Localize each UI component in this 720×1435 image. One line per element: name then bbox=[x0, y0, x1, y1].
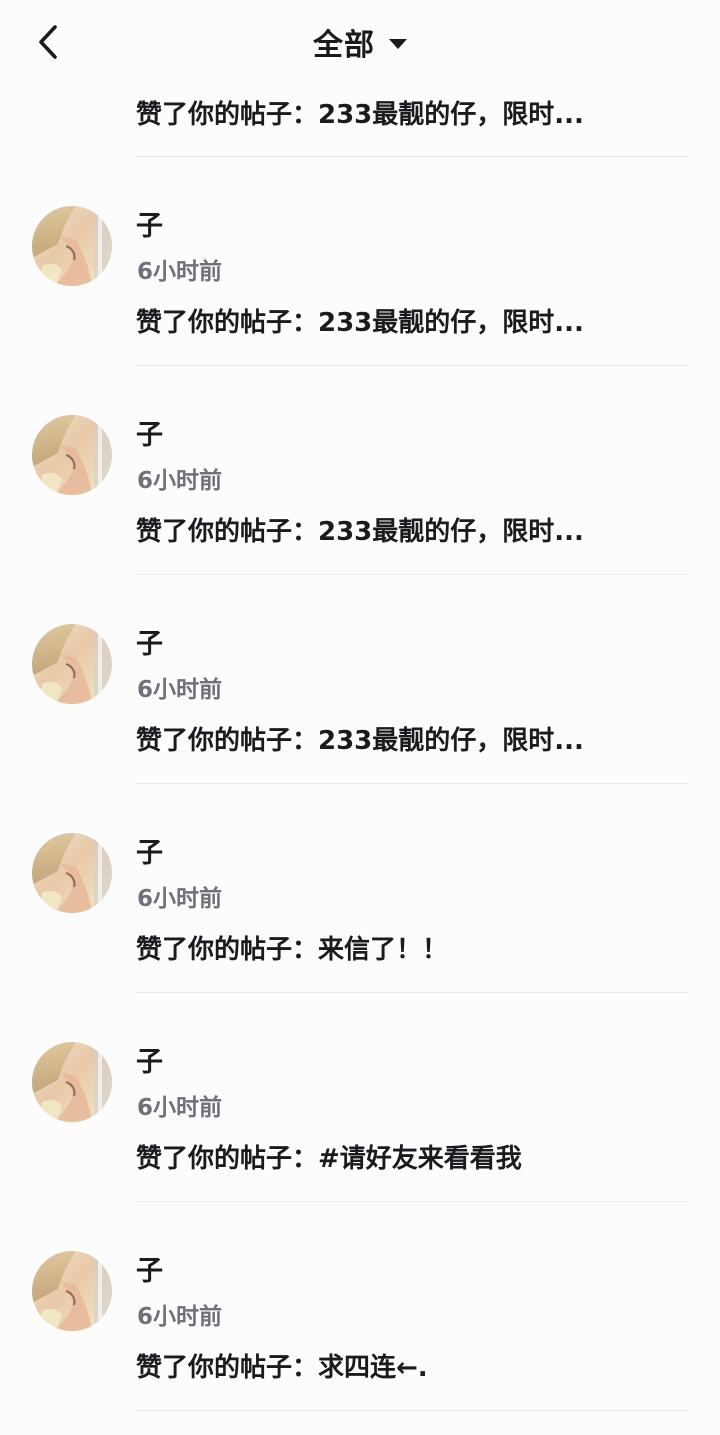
filter-dropdown[interactable]: 全部 bbox=[0, 20, 720, 64]
timestamp: 6小时前 bbox=[137, 259, 223, 285]
list-item[interactable]: 子 6小时前 赞了你的帖子：233最靓的仔，限时... bbox=[0, 576, 720, 785]
list-item[interactable]: 子 6小时前 赞了你的帖子：来信了！！ bbox=[0, 785, 720, 994]
page-title: 全部 bbox=[313, 28, 375, 63]
list-item[interactable]: 子 6小时前 赞了你的帖子：#请好友来看看我 bbox=[0, 994, 720, 1203]
list-item[interactable]: 子 6小时前 赞了你的帖子：求四连←. bbox=[0, 1203, 720, 1412]
timestamp: 6小时前 bbox=[137, 468, 223, 494]
timestamp: 6小时前 bbox=[137, 1304, 223, 1330]
notification-message: 赞了你的帖子：求四连←. bbox=[136, 1353, 428, 1383]
divider bbox=[136, 156, 688, 157]
user-name[interactable]: 子 bbox=[136, 622, 163, 661]
avatar[interactable] bbox=[32, 1042, 112, 1122]
divider bbox=[136, 783, 688, 784]
notification-message: 赞了你的帖子：233最靓的仔，限时... bbox=[136, 726, 584, 756]
caret-down-icon bbox=[389, 39, 407, 49]
notification-message: 赞了你的帖子：233最靓的仔，限时... bbox=[136, 100, 584, 130]
notification-message: 赞了你的帖子：来信了！！ bbox=[136, 935, 449, 965]
notification-message: 赞了你的帖子：233最靓的仔，限时... bbox=[136, 517, 584, 547]
avatar[interactable] bbox=[32, 1251, 112, 1331]
avatar[interactable] bbox=[32, 415, 112, 495]
timestamp: 6小时前 bbox=[137, 677, 223, 703]
top-bar: 全部 bbox=[0, 0, 720, 84]
avatar[interactable] bbox=[32, 833, 112, 913]
divider bbox=[136, 1410, 688, 1411]
avatar[interactable] bbox=[32, 624, 112, 704]
notification-message: 赞了你的帖子：#请好友来看看我 bbox=[136, 1144, 522, 1174]
avatar[interactable] bbox=[32, 206, 112, 286]
user-name[interactable]: 子 bbox=[136, 413, 163, 452]
timestamp: 6小时前 bbox=[137, 1095, 223, 1121]
user-name[interactable]: 子 bbox=[136, 831, 163, 870]
divider bbox=[136, 1201, 688, 1202]
notification-list: 子 6小时前 赞了你的帖子：233最靓的仔，限时... 子 6小时前 赞了你的帖… bbox=[0, 158, 720, 1412]
list-item[interactable]: 子 6小时前 赞了你的帖子：233最靓的仔，限时... bbox=[0, 158, 720, 367]
list-item[interactable]: 子 6小时前 赞了你的帖子：233最靓的仔，限时... bbox=[0, 367, 720, 576]
notification-message: 赞了你的帖子：233最靓的仔，限时... bbox=[136, 308, 584, 338]
user-name[interactable]: 子 bbox=[136, 1040, 163, 1079]
list-item-partial[interactable]: 赞了你的帖子：233最靓的仔，限时... bbox=[0, 84, 720, 158]
timestamp: 6小时前 bbox=[137, 886, 223, 912]
divider bbox=[136, 365, 688, 366]
user-name[interactable]: 子 bbox=[136, 204, 163, 243]
divider bbox=[136, 992, 688, 993]
divider bbox=[136, 574, 688, 575]
user-name[interactable]: 子 bbox=[136, 1249, 163, 1288]
